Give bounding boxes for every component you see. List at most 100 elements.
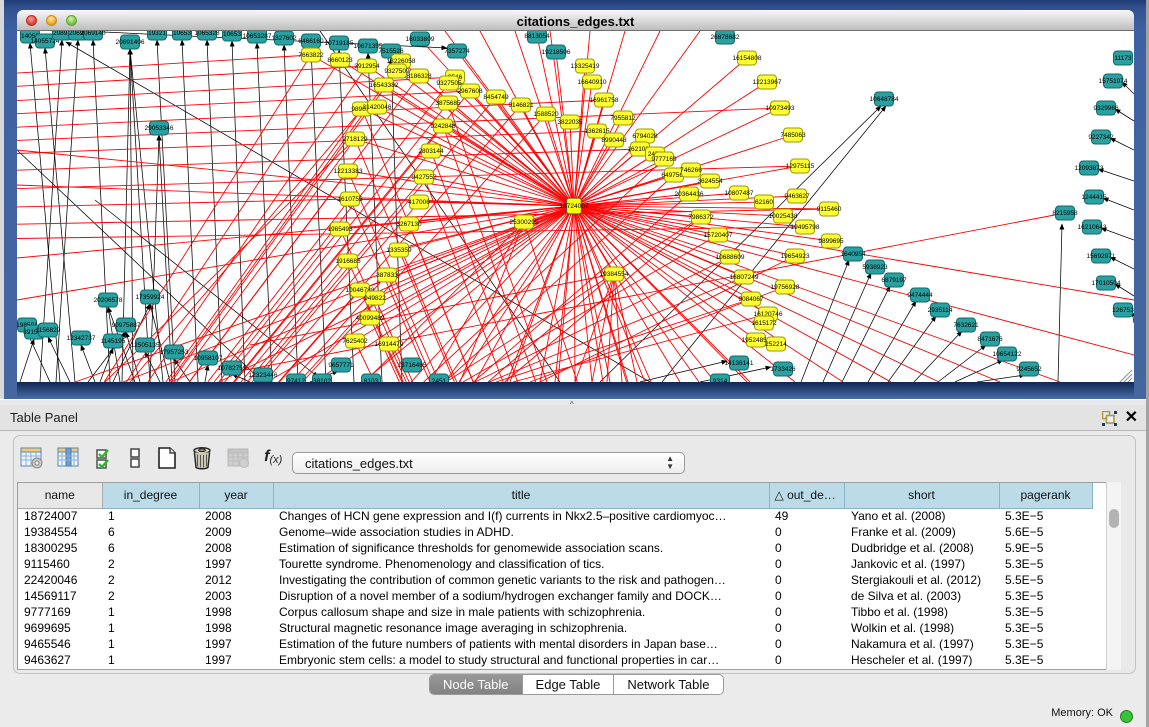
- svg-text:10807487: 10807487: [725, 190, 754, 197]
- svg-text:1916685: 1916685: [335, 258, 361, 265]
- svg-text:16033809: 16033809: [406, 36, 435, 43]
- svg-text:11173: 11173: [1114, 55, 1131, 62]
- svg-text:9474444: 9474444: [907, 292, 933, 299]
- svg-text:2967608: 2967608: [457, 88, 483, 95]
- svg-text:126753: 126753: [1112, 307, 1134, 314]
- svg-text:417006: 417006: [408, 199, 430, 206]
- svg-text:1335359: 1335359: [386, 247, 412, 254]
- svg-text:17957253: 17957253: [160, 349, 189, 356]
- svg-text:12342737: 12342737: [67, 335, 96, 342]
- svg-text:12213967: 12213967: [753, 79, 782, 86]
- svg-text:3912954: 3912954: [354, 63, 380, 70]
- svg-text:8990448: 8990448: [601, 137, 627, 144]
- svg-text:1610755: 1610755: [337, 196, 363, 203]
- svg-text:10654122: 10654122: [993, 351, 1022, 358]
- svg-text:8660123: 8660123: [327, 57, 353, 64]
- svg-text:8103: 8103: [364, 378, 379, 382]
- svg-text:3267130: 3267130: [396, 221, 422, 228]
- svg-text:746266: 746266: [680, 167, 702, 174]
- svg-text:10782759: 10782759: [218, 365, 247, 372]
- svg-text:9427552: 9427552: [411, 174, 437, 181]
- svg-text:10958107: 10958107: [194, 355, 223, 362]
- svg-text:7625402: 7625402: [342, 338, 368, 345]
- svg-text:62160: 62160: [755, 199, 773, 206]
- svg-text:12093873: 12093873: [1075, 165, 1104, 172]
- svg-text:7485063: 7485063: [780, 132, 806, 139]
- svg-text:9227342: 9227342: [1088, 134, 1114, 141]
- svg-text:9327505: 9327505: [436, 80, 462, 87]
- svg-text:29053346: 29053346: [145, 125, 174, 132]
- svg-text:1733426: 1733426: [770, 366, 796, 373]
- svg-text:10653: 10653: [173, 31, 191, 37]
- svg-text:18807249: 18807249: [730, 274, 759, 281]
- svg-text:2803144: 2803144: [418, 148, 444, 155]
- svg-text:21420046: 21420046: [363, 104, 392, 111]
- svg-text:15692971: 15692971: [1087, 253, 1116, 260]
- svg-text:1065328: 1065328: [194, 31, 220, 37]
- svg-text:13716485: 13716485: [398, 362, 427, 369]
- svg-text:38102: 38102: [313, 378, 331, 382]
- svg-text:16154808: 16154808: [733, 55, 762, 62]
- svg-text:9329966: 9329966: [1093, 105, 1119, 112]
- svg-text:12505135: 12505135: [131, 342, 160, 349]
- svg-text:8471676: 8471676: [977, 336, 1003, 343]
- svg-text:25300295: 25300295: [510, 219, 539, 226]
- svg-text:5938923: 5938923: [862, 264, 888, 271]
- svg-text:20206578: 20206578: [94, 297, 123, 304]
- svg-text:9245652: 9245652: [1016, 366, 1042, 373]
- svg-text:10648784: 10648784: [870, 96, 899, 103]
- svg-text:26878682: 26878682: [711, 34, 740, 41]
- svg-text:19218506: 19218506: [542, 49, 571, 56]
- svg-text:8215958: 8215958: [1052, 210, 1078, 217]
- svg-text:1145195: 1145195: [101, 338, 126, 345]
- svg-text:8454749: 8454749: [483, 94, 509, 101]
- svg-text:19495798: 19495798: [791, 224, 820, 231]
- svg-text:7632621: 7632621: [953, 322, 979, 329]
- svg-text:16543382: 16543382: [370, 82, 399, 89]
- svg-text:16210643: 16210643: [1078, 224, 1107, 231]
- svg-text:9314: 9314: [713, 378, 728, 382]
- svg-text:1327602: 1327602: [271, 35, 297, 42]
- svg-text:252214: 252214: [765, 341, 787, 348]
- svg-text:97412: 97412: [287, 378, 305, 382]
- svg-text:9146821: 9146821: [508, 102, 534, 109]
- svg-text:1615172: 1615172: [751, 320, 777, 327]
- svg-text:9777169: 9777169: [651, 156, 677, 163]
- svg-text:19384554: 19384554: [600, 271, 629, 278]
- svg-text:9242848: 9242848: [430, 123, 456, 130]
- svg-text:2451: 2451: [432, 378, 447, 382]
- svg-text:1244415: 1244415: [1081, 194, 1107, 201]
- svg-text:12323446: 12323446: [249, 372, 278, 379]
- svg-text:949822: 949822: [364, 295, 386, 302]
- svg-text:12213383: 12213383: [334, 168, 363, 175]
- svg-text:6466160: 6466160: [298, 38, 324, 45]
- svg-text:7955812: 7955812: [610, 115, 636, 122]
- svg-text:7986372: 7986372: [688, 214, 714, 221]
- svg-text:1588520: 1588520: [533, 111, 559, 118]
- svg-text:7357274: 7357274: [444, 48, 470, 55]
- svg-text:13325419: 13325419: [571, 63, 600, 70]
- svg-text:14136141: 14136141: [725, 360, 754, 367]
- svg-text:15751074: 15751074: [1099, 78, 1128, 85]
- svg-text:2935114: 2935114: [928, 307, 953, 314]
- svg-text:16961758: 16961758: [590, 97, 619, 104]
- svg-text:10973493: 10973493: [766, 105, 795, 112]
- svg-text:19654923: 19654923: [781, 253, 810, 260]
- svg-text:17359924: 17359924: [136, 294, 165, 301]
- svg-text:9657771: 9657771: [328, 362, 354, 369]
- svg-text:16640910: 16640910: [578, 79, 607, 86]
- svg-text:1965493: 1965493: [327, 226, 353, 233]
- svg-text:2718129: 2718129: [342, 136, 368, 143]
- svg-text:1640954: 1640954: [840, 251, 866, 258]
- svg-text:1156829: 1156829: [36, 327, 61, 334]
- svg-text:6879197: 6879197: [881, 277, 907, 284]
- svg-text:9084067: 9084067: [738, 296, 764, 303]
- svg-text:12975115: 12975115: [786, 163, 815, 170]
- svg-text:15720407: 15720407: [704, 232, 733, 239]
- svg-text:2069140: 2069140: [80, 31, 106, 37]
- svg-text:18724007: 18724007: [560, 203, 589, 210]
- svg-text:10025438: 10025438: [769, 213, 798, 220]
- svg-text:19756928: 19756928: [771, 284, 800, 291]
- svg-text:19321: 19321: [148, 31, 166, 37]
- svg-text:9115460: 9115460: [817, 206, 842, 213]
